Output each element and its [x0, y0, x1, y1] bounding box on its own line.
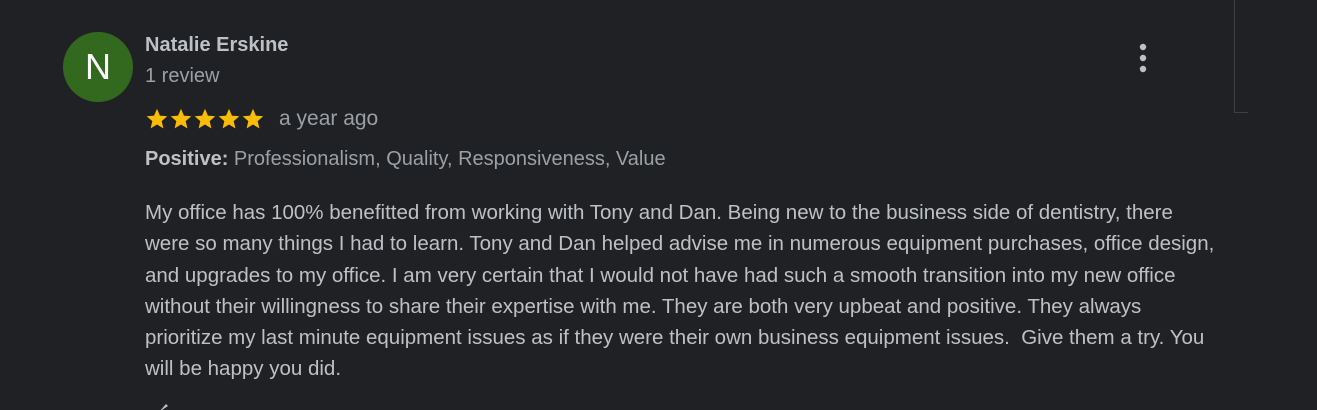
attributes-values: Professionalism, Quality, Responsiveness… [233, 148, 666, 170]
review-count: 1 review [145, 65, 220, 87]
thumbs-up-button[interactable] [155, 398, 175, 410]
star-icon [242, 108, 264, 129]
more-options-button[interactable] [1126, 38, 1160, 78]
avatar-initial: N [85, 46, 111, 87]
thumbs-up-icon [160, 404, 168, 410]
star-icon [146, 108, 168, 129]
star-rating [145, 107, 265, 131]
review-attributes: Positive: Professionalism, Quality, Resp… [145, 148, 666, 171]
star-icon [218, 108, 240, 129]
review-card: N Natalie Erskine 1 review a year ago Po… [0, 0, 1317, 410]
more-vertical-icon [1139, 43, 1147, 73]
review-date: a year ago [279, 107, 379, 130]
scrollbar[interactable] [1234, 0, 1248, 113]
review-text: My office has 100% benefitted from worki… [145, 201, 1221, 381]
reviewer-name[interactable]: Natalie Erskine [145, 34, 288, 57]
rating-row: a year ago [145, 104, 378, 134]
avatar[interactable]: N [63, 32, 133, 102]
star-icon [170, 108, 192, 129]
star-icon [194, 108, 216, 129]
attributes-label: Positive: [145, 148, 229, 170]
